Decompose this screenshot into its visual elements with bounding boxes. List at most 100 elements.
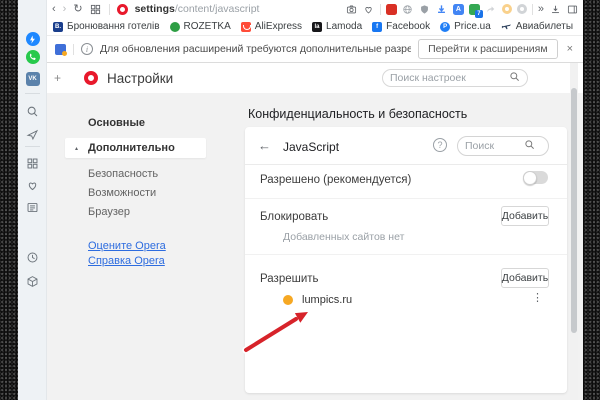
settings-body: Основные ▴ Дополнительно Безопасность Во… (47, 93, 583, 400)
divider (245, 254, 567, 255)
address-bar: ‹ › ↻ settings/content/javascript A 7 (47, 0, 583, 18)
page-scrollbar[interactable] (570, 63, 578, 400)
speed-dial-grid-icon[interactable] (90, 3, 102, 15)
panel-title: JavaScript (283, 140, 339, 154)
bookmark-rozetka[interactable]: ROZETKA (170, 21, 231, 32)
nav-item-basic[interactable]: Основные (88, 117, 145, 129)
extension-orange-icon[interactable] (502, 4, 512, 14)
nav-item-features[interactable]: Возможности (88, 187, 156, 199)
extension-badge: 7 (475, 10, 483, 18)
extension-translate-icon[interactable]: A (453, 4, 464, 15)
url-text[interactable]: settings/content/javascript (135, 3, 260, 15)
rate-opera-link[interactable]: Оцените Opera (88, 240, 166, 252)
facebook-favicon: f (372, 22, 382, 32)
bookmark-facebook[interactable]: fFacebook (372, 21, 430, 32)
desktop: { "chrome": { "url": { "primary": "setti… (0, 0, 600, 400)
reload-icon[interactable]: ↻ (73, 4, 82, 15)
messenger-icon[interactable] (18, 31, 47, 47)
notification-bar: i Для обновления расширений требуются до… (47, 36, 583, 63)
close-notification-icon[interactable]: × (565, 43, 575, 55)
forward-icon[interactable]: › (63, 4, 67, 15)
my-flow-icon[interactable] (18, 126, 47, 142)
rozetka-favicon (170, 22, 180, 32)
toggle-knob (523, 171, 537, 185)
bookmark-aliexpress[interactable]: AliExpress (241, 21, 302, 32)
divider (245, 198, 567, 199)
help-icon[interactable]: ? (433, 138, 447, 152)
collapse-caret-icon: ▴ (75, 145, 78, 152)
snapshot-camera-icon[interactable] (346, 3, 358, 15)
allow-add-button[interactable]: Добавить (501, 268, 549, 288)
nav-item-security[interactable]: Безопасность (88, 168, 158, 180)
personal-news-icon[interactable] (18, 199, 47, 215)
settings-search-input[interactable] (390, 72, 504, 84)
panel-header: ← JavaScript ? (245, 127, 567, 165)
booking-favicon: В. (53, 22, 63, 32)
toolbar-icons: A 7 » (346, 3, 578, 15)
bookmark-priceua[interactable]: PPrice.ua (440, 21, 491, 32)
settings-nav: Основные ▴ Дополнительно Безопасность Во… (47, 93, 237, 400)
extension-share-icon[interactable] (485, 3, 497, 15)
heart-icon[interactable] (363, 3, 375, 15)
block-empty-text: Добавленных сайтов нет (283, 231, 404, 243)
notification-text: Для обновления расширений требуются допо… (100, 43, 411, 55)
javascript-toggle[interactable] (523, 171, 548, 184)
divider (109, 4, 110, 15)
nav-item-browser[interactable]: Браузер (88, 206, 130, 218)
site-kebab-menu-icon[interactable]: ⋮ (532, 291, 543, 304)
bookmark-lamoda[interactable]: laLamoda (312, 21, 362, 32)
sidebar-divider (25, 146, 40, 147)
block-label: Блокировать (260, 211, 328, 223)
block-add-button[interactable]: Добавить (501, 206, 549, 226)
lamoda-favicon: la (312, 22, 322, 32)
back-arrow-icon[interactable]: ← (258, 138, 271, 153)
browser-main: ‹ › ↻ settings/content/javascript A 7 (47, 0, 583, 400)
speed-dial-icon[interactable] (18, 155, 47, 171)
downloads-icon[interactable] (549, 3, 561, 15)
browser-window: VK ‹ › ↻ settings/content/javascript (18, 0, 583, 400)
divider (380, 4, 381, 15)
aliexpress-favicon (241, 22, 251, 32)
extension-globe-icon[interactable] (402, 3, 414, 15)
search-icon (524, 137, 535, 155)
priceua-favicon: P (440, 22, 450, 32)
extension-red-icon[interactable] (386, 4, 397, 15)
site-favicon (283, 295, 293, 305)
history-clock-icon[interactable] (18, 249, 47, 265)
opera-settings-logo (84, 71, 98, 85)
go-to-extensions-button[interactable]: Перейти к расширениям (418, 39, 558, 59)
settings-header: + Настройки (47, 63, 583, 93)
airplane-icon (501, 20, 512, 34)
allow-label: Разрешить (260, 273, 319, 285)
sidebar-divider (25, 93, 40, 94)
vk-icon[interactable]: VK (18, 71, 47, 87)
search-icon (509, 69, 520, 87)
search-icon[interactable] (18, 103, 47, 119)
bookmarks-heart-icon[interactable] (18, 177, 47, 193)
nav-item-advanced[interactable]: ▴ Дополнительно (65, 138, 206, 158)
info-icon: i (81, 43, 93, 55)
scrollbar-thumb[interactable] (571, 88, 577, 333)
sidebar-panel-toggle-icon[interactable] (566, 3, 578, 15)
bookmark-avia[interactable]: Авиабилеты (501, 20, 573, 34)
extension-update-icon (55, 44, 66, 55)
sidebar-plus-icon[interactable]: + (54, 71, 61, 85)
panel-search-input[interactable] (465, 140, 520, 152)
opera-sidebar: VK (18, 0, 47, 400)
javascript-panel: ← JavaScript ? Разрешено (рекомендуется)… (245, 127, 567, 393)
extension-download-helper-icon[interactable] (436, 3, 448, 15)
extensions-cube-icon[interactable] (18, 273, 47, 289)
extension-gray-icon[interactable] (517, 4, 527, 14)
bookmark-booking[interactable]: В.Бронювання готелів (53, 21, 160, 32)
allowed-toggle-label: Разрешено (рекомендуется) (260, 174, 411, 186)
panel-search[interactable] (457, 136, 549, 156)
bookmarks-bar: В.Бронювання готелів ROZETKA AliExpress … (47, 18, 583, 36)
extension-shield-icon[interactable] (419, 3, 431, 15)
opera-help-link[interactable]: Справка Opera (88, 255, 165, 267)
extensions-overflow-icon[interactable]: » (538, 4, 544, 15)
settings-search[interactable] (382, 69, 528, 87)
section-title: Конфиденциальность и безопасность (248, 107, 467, 121)
extension-puzzle-icon[interactable]: 7 (469, 4, 480, 15)
whatsapp-icon[interactable] (18, 49, 47, 65)
back-icon[interactable]: ‹ (52, 4, 56, 15)
